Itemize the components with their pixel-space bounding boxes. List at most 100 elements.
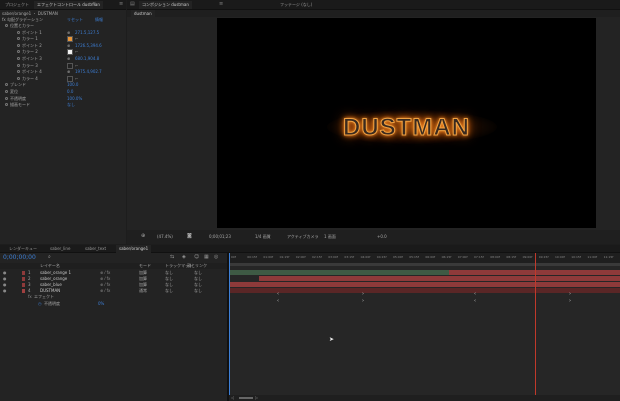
crosshair-icon[interactable]: ⊕ — [67, 69, 70, 75]
stopwatch-icon[interactable] — [17, 63, 20, 67]
effect-prop-row[interactable]: ポイント 1 ⊕ 271.5,127.5 — [0, 30, 126, 36]
about-link[interactable]: 情報 — [95, 16, 103, 23]
keyframe-marker[interactable]: ‹ — [474, 291, 476, 297]
zoom-value[interactable]: (47.4%) — [157, 234, 173, 239]
composition-mini-flowchart-icon[interactable]: ⇆ — [170, 254, 174, 260]
color-swatch[interactable] — [67, 75, 73, 82]
keyframe-marker[interactable]: › — [362, 291, 364, 297]
zoom-in-icon[interactable]: ▷ — [255, 395, 258, 400]
track-area[interactable]: ‹ › ‹ › ‹ › ‹ › ➤ — [229, 266, 620, 401]
menu-icon[interactable]: ≡ — [119, 1, 123, 7]
timecode-display[interactable]: 0;00;00;00 — [3, 254, 36, 261]
effect-prop-row[interactable]: ポイント 3 ⊕ 680.1,904.8 — [0, 56, 126, 62]
zoom-slider[interactable] — [239, 397, 253, 399]
color-swatch[interactable] — [67, 62, 73, 69]
effect-prop-value[interactable]: 271.5,127.5 — [75, 30, 99, 36]
stopwatch-icon[interactable]: ◷ — [38, 301, 42, 307]
stopwatch-icon[interactable] — [5, 24, 8, 27]
draft-3d-icon[interactable]: ◈ — [182, 254, 186, 260]
label-color-chip[interactable] — [22, 277, 25, 281]
effect-prop-value[interactable]: 100.0% — [67, 96, 82, 102]
stopwatch-icon[interactable] — [5, 90, 8, 93]
stopwatch-icon[interactable] — [5, 83, 8, 87]
menu-icon[interactable]: ≡ — [219, 1, 223, 7]
time-ruler[interactable]: 00f 00:15f 01:00f 01:15f 02:00f 02:15f 03:00f 0… — [229, 253, 620, 263]
layer-bar-3[interactable] — [229, 282, 620, 287]
label-color-chip[interactable] — [22, 283, 25, 287]
tab-saber-text[interactable]: saber_text — [82, 245, 109, 253]
keyframe-marker[interactable]: › — [569, 298, 571, 304]
column-parent[interactable]: 親とリンク — [187, 263, 207, 269]
effect-prop-row[interactable]: 描画モード なし — [0, 102, 126, 108]
camera-icon[interactable]: ◙ — [187, 233, 192, 239]
opacity-value[interactable]: 0% — [98, 301, 104, 307]
effect-prop-row[interactable]: ポイント 2 ⊕ 1726.5,394.6 — [0, 43, 126, 49]
stopwatch-icon[interactable] — [17, 70, 20, 74]
stopwatch-icon[interactable] — [5, 103, 8, 107]
effect-prop-row[interactable]: 不透明度 100.0% — [0, 96, 126, 102]
eyedropper-icon[interactable]: ⌐ — [75, 36, 78, 42]
stopwatch-icon[interactable] — [17, 43, 20, 47]
exposure-value[interactable]: +0.0 — [377, 234, 387, 239]
effect-prop-row[interactable]: カラー 3 ⌐ — [0, 62, 126, 69]
views-select[interactable]: 1 画面 — [324, 234, 336, 240]
effect-prop-row[interactable]: 位置とカラー — [0, 23, 126, 29]
stopwatch-icon[interactable] — [5, 96, 8, 100]
effect-prop-value[interactable]: 1726.5,394.6 — [75, 43, 102, 49]
frame-blending-icon[interactable]: ▦ — [204, 254, 209, 260]
lock-icon[interactable]: ▤ — [130, 1, 135, 7]
keyframe-marker[interactable]: ‹ — [474, 298, 476, 304]
eyedropper-icon[interactable]: ⌐ — [75, 63, 78, 69]
keyframe-marker[interactable]: › — [569, 291, 571, 297]
stopwatch-icon[interactable] — [17, 76, 20, 80]
magnify-icon[interactable]: ⊕ — [141, 233, 145, 239]
effect-prop-value[interactable]: 0.0 — [67, 89, 73, 95]
keyframe-marker[interactable]: ‹ — [277, 291, 279, 297]
effect-prop-row[interactable]: ブレンド 100.0 — [0, 82, 126, 88]
tab-comp-dustman[interactable]: dustman — [131, 10, 155, 17]
layer-bar-4[interactable] — [229, 288, 620, 293]
tab-saber-orange1[interactable]: saber/orange1 — [116, 245, 152, 253]
effect-group-row[interactable]: fx 勾配グラデーション リセット 情報 — [0, 16, 126, 23]
eyedropper-icon[interactable]: ⌐ — [75, 76, 78, 82]
tab-saber-line[interactable]: saber_line — [47, 245, 73, 253]
effect-prop-row[interactable]: 変位 0.0 — [0, 89, 126, 95]
stopwatch-icon[interactable] — [17, 50, 20, 54]
column-mode[interactable]: モード — [139, 263, 151, 269]
effect-prop-row[interactable]: カラー 1 ⌐ — [0, 36, 126, 43]
reset-link[interactable]: リセット — [67, 16, 83, 23]
effect-row-label[interactable]: エフェクト — [34, 294, 54, 300]
motion-blur-icon[interactable]: ◎ — [214, 254, 218, 260]
timecode-value[interactable]: 0;00;01;23 — [209, 234, 231, 239]
effect-prop-value[interactable]: 680.1,904.8 — [75, 56, 99, 62]
color-swatch[interactable] — [67, 49, 73, 56]
crosshair-icon[interactable]: ⊕ — [67, 30, 70, 36]
label-color-chip[interactable] — [22, 289, 25, 293]
tab-footage[interactable]: フッテージ (なし) — [277, 1, 315, 9]
stopwatch-icon[interactable] — [17, 30, 20, 34]
keyframe-marker[interactable]: ‹ — [277, 298, 279, 304]
label-color-chip[interactable] — [22, 271, 25, 275]
effect-prop-value[interactable]: 100.0 — [67, 82, 78, 88]
effect-prop-row[interactable]: カラー 2 ⌐ — [0, 49, 126, 56]
search-icon[interactable]: ⌕ — [48, 254, 51, 260]
effect-prop-value[interactable]: なし — [67, 102, 75, 108]
keyframe-marker[interactable]: › — [362, 298, 364, 304]
effect-prop-value[interactable]: 1975.4,902.7 — [75, 69, 102, 75]
layer-bar-2[interactable] — [259, 276, 620, 281]
shy-icon[interactable]: ☺ — [194, 254, 199, 260]
tab-render-queue[interactable]: レンダーキュー — [6, 245, 40, 253]
crosshair-icon[interactable]: ⊕ — [67, 56, 70, 62]
effect-prop-row[interactable]: カラー 4 ⌐ — [0, 75, 126, 82]
effect-prop-row[interactable]: ポイント 4 ⊕ 1975.4,902.7 — [0, 69, 126, 75]
quality-select[interactable]: 1/4 画質 — [255, 234, 271, 240]
crosshair-icon[interactable]: ⊕ — [67, 43, 70, 49]
close-icon[interactable]: × — [92, 1, 96, 7]
eyedropper-icon[interactable]: ⌐ — [75, 49, 78, 55]
stopwatch-icon[interactable] — [17, 57, 20, 60]
zoom-out-icon[interactable]: ◁ — [231, 395, 234, 400]
view-select[interactable]: アクティブカメラ — [287, 234, 319, 240]
tab-project[interactable]: プロジェクト — [2, 1, 32, 9]
playhead[interactable] — [535, 253, 536, 401]
composition-viewer[interactable]: DUSTMAN — [217, 18, 596, 228]
